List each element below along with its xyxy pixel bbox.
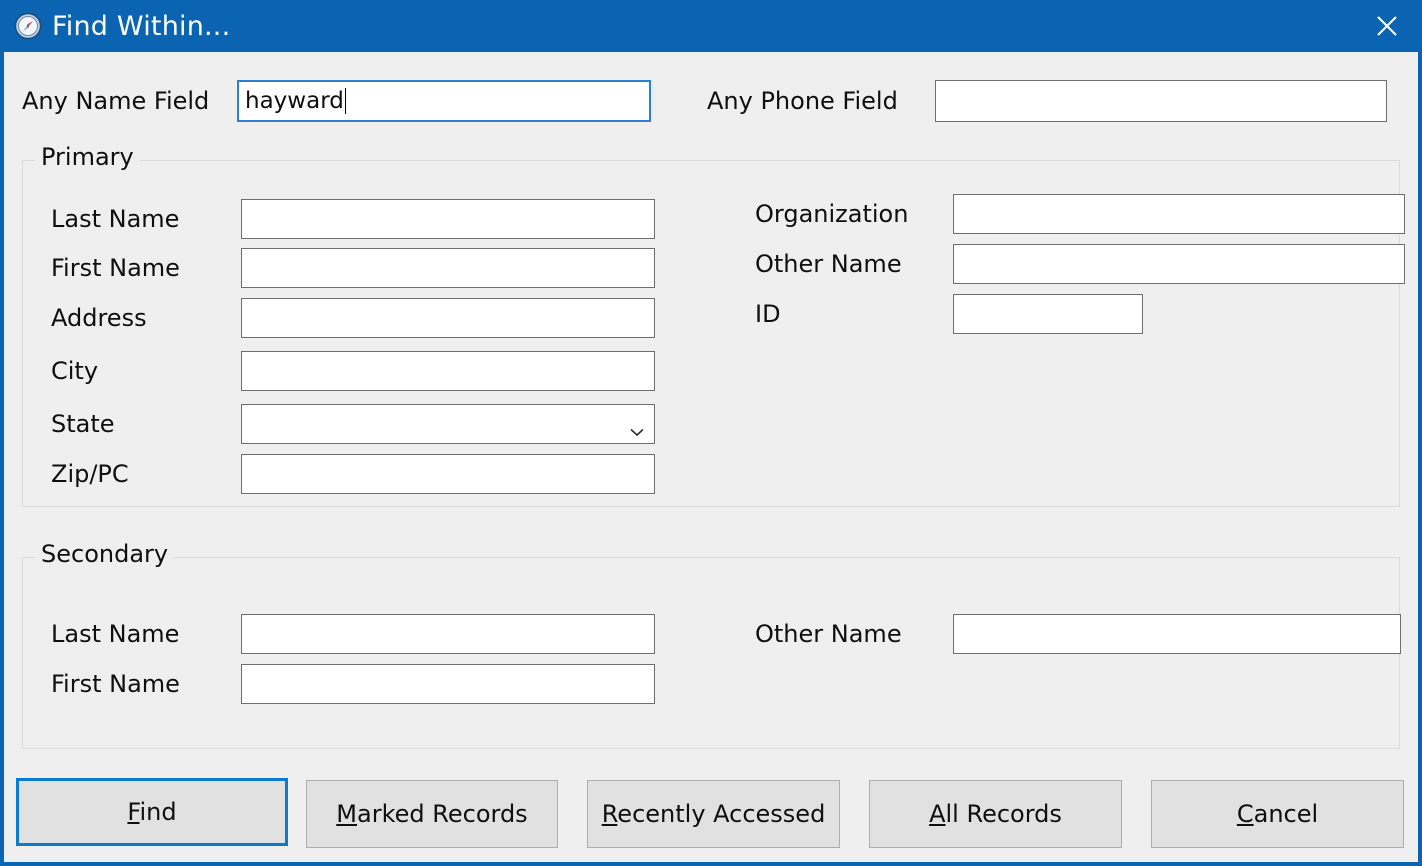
primary-id-label: ID: [755, 300, 781, 328]
primary-first-name-label: First Name: [51, 254, 180, 282]
any-name-field-row: Any Name Field hayward: [22, 80, 651, 122]
primary-organization-input[interactable]: [953, 194, 1405, 234]
secondary-other-name-row: Other Name: [755, 614, 1401, 654]
find-button-accel: F: [127, 798, 140, 826]
recently-accessed-button-label: ecently Accessed: [617, 800, 826, 828]
primary-city-input[interactable]: [241, 351, 655, 391]
primary-first-name-row: First Name: [51, 248, 655, 288]
secondary-group: Secondary Last Name First Name Other Nam…: [22, 542, 1401, 749]
cancel-button[interactable]: Cancel: [1151, 780, 1404, 848]
primary-first-name-input[interactable]: [241, 248, 655, 288]
secondary-group-title: Secondary: [35, 542, 175, 566]
any-name-field-label: Any Name Field: [22, 87, 210, 115]
primary-state-combobox[interactable]: [241, 404, 655, 444]
primary-organization-row: Organization: [755, 194, 1405, 234]
primary-organization-label: Organization: [755, 200, 909, 228]
compass-icon: [14, 12, 42, 40]
text-caret: [344, 88, 346, 114]
any-name-field-value: hayward: [245, 88, 344, 114]
marked-records-button[interactable]: Marked Records: [306, 780, 558, 848]
any-phone-field-row: Any Phone Field: [707, 80, 1387, 122]
primary-group-title: Primary: [35, 145, 140, 169]
all-records-button[interactable]: All Records: [869, 780, 1122, 848]
find-within-dialog: Find Within... Any Name Field hayward An…: [0, 0, 1422, 866]
primary-id-input[interactable]: [953, 294, 1143, 334]
secondary-first-name-row: First Name: [51, 664, 655, 704]
secondary-other-name-input[interactable]: [953, 614, 1401, 654]
cancel-button-accel: C: [1236, 800, 1254, 828]
find-button[interactable]: Find: [16, 778, 288, 846]
secondary-last-name-label: Last Name: [51, 620, 180, 648]
chevron-down-icon: [628, 418, 646, 437]
marked-records-button-accel: M: [336, 800, 358, 828]
close-icon[interactable]: [1356, 0, 1418, 52]
primary-state-row: State: [51, 404, 655, 444]
primary-state-label: State: [51, 410, 115, 438]
secondary-first-name-input[interactable]: [241, 664, 655, 704]
primary-address-input[interactable]: [241, 298, 655, 338]
any-phone-field-label: Any Phone Field: [707, 87, 898, 115]
cancel-button-label: ancel: [1253, 800, 1319, 828]
primary-id-row: ID: [755, 294, 1143, 334]
primary-last-name-label: Last Name: [51, 205, 180, 233]
secondary-first-name-label: First Name: [51, 670, 180, 698]
primary-other-name-row: Other Name: [755, 244, 1405, 284]
primary-zip-row: Zip/PC: [51, 454, 655, 494]
recently-accessed-button[interactable]: Recently Accessed: [587, 780, 840, 848]
dialog-body: Any Name Field hayward Any Phone Field P…: [4, 52, 1418, 862]
primary-zip-input[interactable]: [241, 454, 655, 494]
all-records-button-accel: A: [929, 800, 946, 828]
marked-records-button-label: arked Records: [357, 800, 528, 828]
all-records-button-label: ll Records: [945, 800, 1062, 828]
any-name-field-input[interactable]: hayward: [237, 80, 651, 122]
primary-other-name-input[interactable]: [953, 244, 1405, 284]
primary-address-label: Address: [51, 304, 147, 332]
find-button-label: ind: [139, 798, 177, 826]
titlebar: Find Within...: [4, 0, 1418, 52]
primary-last-name-row: Last Name: [51, 199, 655, 239]
any-phone-field-input[interactable]: [935, 80, 1387, 122]
window-title: Find Within...: [52, 10, 231, 42]
recently-accessed-button-accel: R: [601, 800, 618, 828]
primary-other-name-label: Other Name: [755, 250, 902, 278]
primary-zip-label: Zip/PC: [51, 460, 129, 488]
primary-city-row: City: [51, 351, 655, 391]
secondary-last-name-input[interactable]: [241, 614, 655, 654]
primary-last-name-input[interactable]: [241, 199, 655, 239]
secondary-last-name-row: Last Name: [51, 614, 655, 654]
primary-city-label: City: [51, 357, 99, 385]
primary-address-row: Address: [51, 298, 655, 338]
primary-group: Primary Last Name First Name Address Cit…: [22, 145, 1405, 507]
secondary-other-name-label: Other Name: [755, 620, 902, 648]
